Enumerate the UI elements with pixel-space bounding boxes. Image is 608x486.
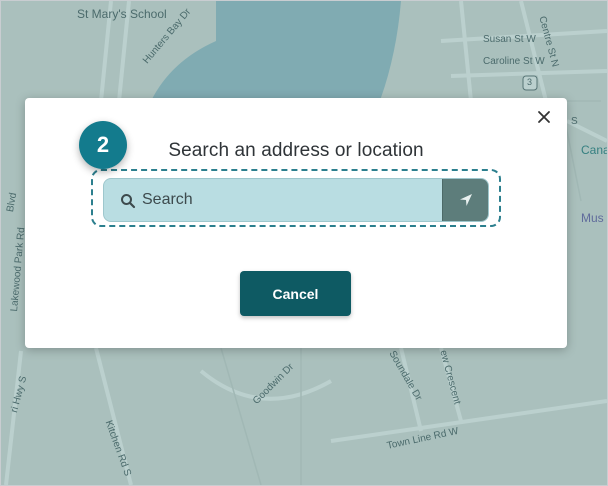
- step-number-badge: 2: [79, 121, 127, 169]
- cancel-button[interactable]: Cancel: [240, 271, 351, 316]
- search-field[interactable]: [103, 178, 489, 222]
- screenshot-frame: St Mary's School Hunters Bay Dr Susan St…: [0, 0, 608, 486]
- search-icon: [121, 194, 136, 209]
- navigation-arrow-icon: [459, 194, 472, 206]
- search-input[interactable]: [142, 179, 442, 221]
- close-button[interactable]: [535, 108, 553, 126]
- close-icon: [538, 111, 550, 123]
- current-location-button[interactable]: [442, 179, 488, 221]
